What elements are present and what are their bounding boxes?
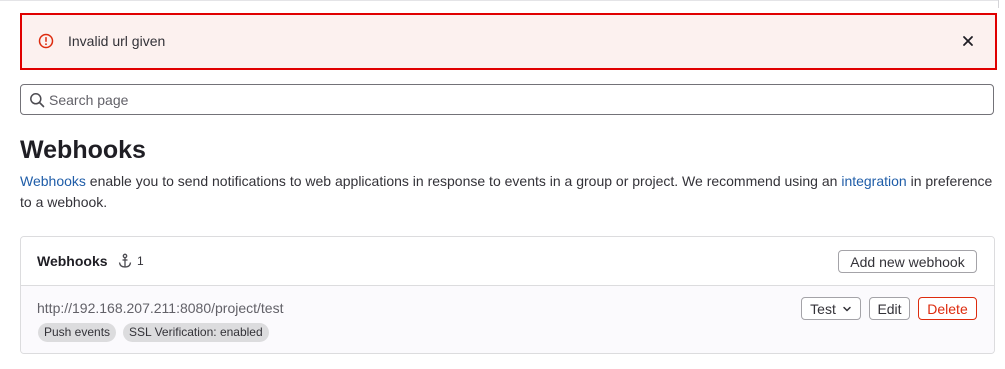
top-divider-end (998, 0, 999, 8)
add-new-webhook-button[interactable]: Add new webhook (838, 250, 977, 273)
webhooks-card: Webhooks 1 Add new webhook http://192.16… (20, 236, 995, 354)
webhook-count: 1 (137, 254, 144, 268)
page-title: Webhooks (20, 136, 146, 164)
card-title: Webhooks (37, 253, 108, 269)
anchor-icon (117, 253, 133, 269)
search-box (20, 84, 994, 115)
page-description: Webhooks enable you to send notification… (20, 171, 995, 213)
error-icon (38, 33, 54, 49)
ssl-verification-badge: SSL Verification: enabled (123, 323, 269, 342)
close-icon[interactable] (961, 34, 975, 48)
search-input[interactable] (49, 85, 979, 114)
alert-message: Invalid url given (68, 33, 166, 49)
card-header: Webhooks 1 Add new webhook (21, 237, 994, 286)
description-text-1: enable you to send notifications to web … (85, 173, 842, 189)
integration-link[interactable]: integration (841, 173, 906, 189)
push-events-badge: Push events (38, 323, 117, 342)
edit-button[interactable]: Edit (869, 297, 910, 320)
chevron-down-icon (843, 306, 851, 311)
test-button-label: Test (810, 300, 836, 317)
error-alert: Invalid url given (20, 13, 997, 70)
webhook-row: http://192.168.207.211:8080/project/test… (21, 286, 994, 353)
delete-button[interactable]: Delete (918, 297, 977, 320)
webhook-url: http://192.168.207.211:8080/project/test (37, 300, 284, 316)
test-dropdown-button[interactable]: Test (801, 297, 861, 320)
top-divider (0, 0, 998, 1)
search-icon (29, 92, 45, 108)
webhooks-link[interactable]: Webhooks (20, 173, 86, 189)
